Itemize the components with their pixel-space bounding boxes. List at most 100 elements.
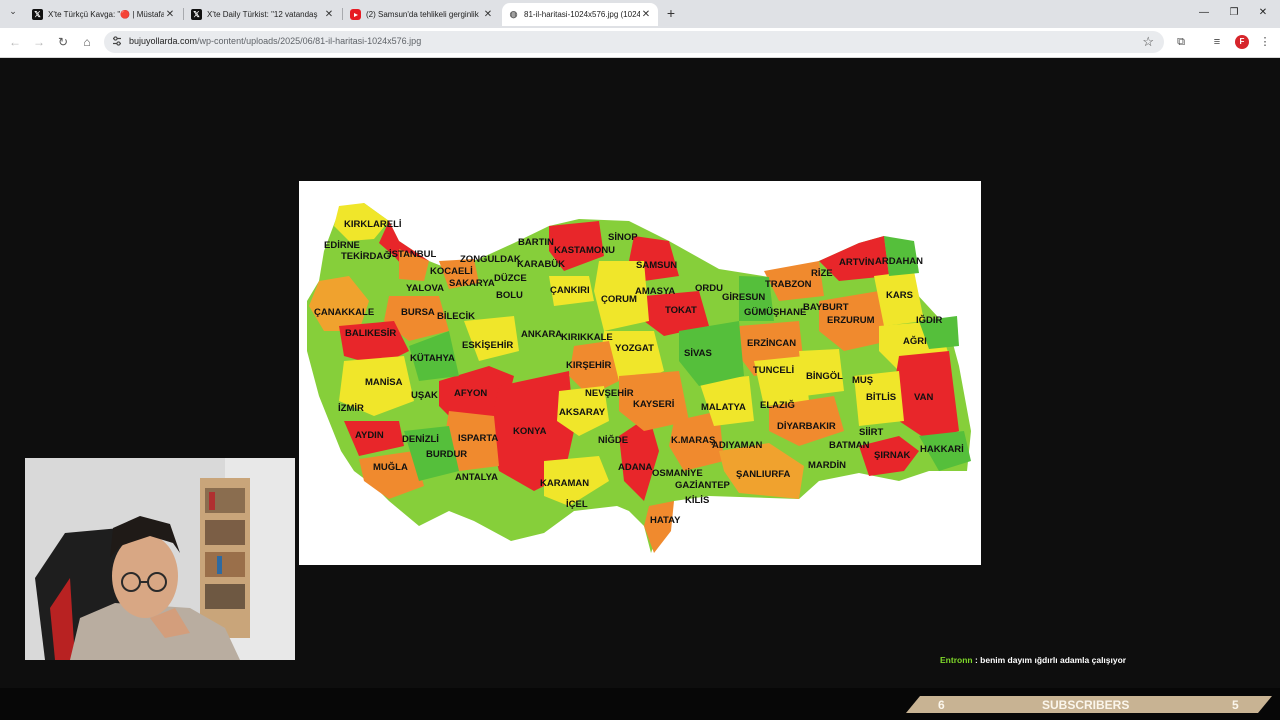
province-label: KÜTAHYA <box>410 353 455 364</box>
province-label: DİYARBAKIR <box>777 421 836 432</box>
province-label: EDİRNE <box>324 240 360 251</box>
province-label: ÇORUM <box>601 294 637 305</box>
province-label: GİRESUN <box>722 292 765 303</box>
chat-username: Entronn <box>940 655 973 665</box>
close-tab-icon[interactable]: ✕ <box>640 9 652 20</box>
province-label: KONYA <box>513 426 547 437</box>
province-label: KIRKLARELİ <box>344 219 402 230</box>
province-label: ÇANAKKALE <box>314 307 374 318</box>
reload-button[interactable]: ↻ <box>56 35 70 49</box>
subscribers-goal-panel: 6 SUBSCRIBERS 5 <box>906 696 1272 713</box>
province-label: ERZURUM <box>827 315 875 326</box>
province-label: TUNCELİ <box>753 365 794 376</box>
browser-tab-4-active[interactable]: ◍ 81-il-haritasi-1024x576.jpg (1024 ✕ <box>502 3 658 26</box>
browser-tab-3[interactable]: (2) Samsun'da tehlikeli gerginlik ✕ <box>344 3 500 26</box>
close-window-button[interactable]: ✕ <box>1249 5 1277 21</box>
minimize-button[interactable]: — <box>1190 5 1218 21</box>
youtube-icon <box>350 9 361 20</box>
province-label: AFYON <box>454 388 487 399</box>
tab-divider <box>183 8 184 20</box>
province-label: ZONGULDAK <box>460 254 521 265</box>
province-label: İZMİR <box>338 403 364 414</box>
menu-icon[interactable]: ⋮ <box>1257 35 1273 49</box>
province-label: MUĞLA <box>373 461 408 473</box>
province-label: KASTAMONU <box>554 245 615 256</box>
province-label: UŞAK <box>411 390 438 401</box>
province-label: BİNGÖL <box>806 371 843 382</box>
province-label: BAYBURT <box>803 302 849 313</box>
province-label: BARTIN <box>518 237 554 248</box>
close-tab-icon[interactable]: ✕ <box>164 9 176 20</box>
media-controls-icon[interactable]: ≡ <box>1209 35 1225 49</box>
tab-title: X'te Türkçü Kavga: "🔴 | Müstafa <box>48 10 164 19</box>
map-graphic: KIRKLARELİ EDİRNETEKİRDAĞİSTANBUL KOCAELİZ… <box>307 203 971 553</box>
url-host: bujuyollarda.com <box>129 36 198 46</box>
province-label: KIRIKKALE <box>561 332 613 343</box>
province-label: HATAY <box>650 515 681 526</box>
profile-avatar[interactable]: F <box>1235 35 1249 49</box>
province-label: MALATYA <box>701 402 746 413</box>
province-label: BATMAN <box>829 440 870 451</box>
tab-search-button[interactable]: ⌄ <box>6 6 20 20</box>
province-label: KARABÜK <box>517 259 565 270</box>
x-logo-icon: 𝕏 <box>191 9 202 20</box>
province-label: KAYSERİ <box>633 399 674 410</box>
browser-toolbar: ← → ↻ ⌂ bujuyollarda.com/wp-content/uplo… <box>0 28 1280 58</box>
subscribers-label: SUBSCRIBERS <box>1042 698 1130 712</box>
province-label: BOLU <box>496 290 523 301</box>
province-label: ÇANKIRI <box>550 285 590 296</box>
close-tab-icon[interactable]: ✕ <box>482 9 494 20</box>
province-label: TEKİRDAĞ <box>341 250 391 262</box>
province-label: SİVAS <box>684 348 712 359</box>
province-label: ADIYAMAN <box>712 440 762 451</box>
forward-button[interactable]: → <box>32 35 46 49</box>
province-label: ADANA <box>618 462 652 473</box>
subscribers-right-count: 5 <box>1232 698 1239 712</box>
province-label: İÇEL <box>566 499 588 510</box>
province-label: NİĞDE <box>598 434 628 446</box>
webcam-overlay <box>25 458 295 660</box>
new-tab-button[interactable]: + <box>663 6 679 22</box>
province-label: İSTANBUL <box>389 249 437 260</box>
close-tab-icon[interactable]: ✕ <box>323 9 335 20</box>
back-button[interactable]: ← <box>8 35 22 49</box>
url-text[interactable]: bujuyollarda.com/wp-content/uploads/2025… <box>129 36 421 46</box>
address-bar[interactable]: bujuyollarda.com/wp-content/uploads/2025… <box>104 31 1164 53</box>
province-label: GAZİANTEP <box>675 480 731 491</box>
browser-tab-1[interactable]: 𝕏 X'te Türkçü Kavga: "🔴 | Müstafa ✕ <box>26 3 182 26</box>
province-label: SAMSUN <box>636 260 677 271</box>
province-label: ANKARA <box>521 329 562 340</box>
x-logo-icon: 𝕏 <box>32 9 43 20</box>
province-label: KARAMAN <box>540 478 589 489</box>
map-region <box>644 501 674 553</box>
province-label: ŞANLIURFA <box>736 469 791 480</box>
province-label: TOKAT <box>665 305 697 316</box>
extensions-icon[interactable]: ⧉ <box>1173 35 1189 49</box>
province-label: KIRŞEHİR <box>566 360 612 371</box>
home-button[interactable]: ⌂ <box>80 35 94 49</box>
province-label: BİLECİK <box>437 311 475 322</box>
province-label: VAN <box>914 392 933 403</box>
province-label: BURSA <box>401 307 435 318</box>
chat-text: : benim dayım ığdırlı adamla çalışıyor <box>974 655 1127 665</box>
province-label: DENİZLİ <box>402 434 439 445</box>
site-settings-icon[interactable] <box>111 35 123 47</box>
province-label: ARDAHAN <box>875 256 923 267</box>
province-label: ARTVİN <box>839 257 875 268</box>
province-label: TRABZON <box>765 279 812 290</box>
browser-tab-2[interactable]: 𝕏 X'te Daily Türkist: "12 vatandaş ✕ <box>185 3 341 26</box>
province-label: RİZE <box>811 268 833 279</box>
province-label: KİLİS <box>685 495 709 506</box>
turkey-provinces-map-image: KIRKLARELİ EDİRNE TEKİRDAĞ İSTANBUL KOCAELİ Z… <box>299 181 981 565</box>
province-label: K.MARAŞ <box>671 435 715 446</box>
province-label: MANİSA <box>365 377 403 388</box>
province-label: AMASYA <box>635 286 675 297</box>
bookmark-star-icon[interactable]: ☆ <box>1142 34 1154 50</box>
province-label: SAKARYA <box>449 278 495 289</box>
restore-button[interactable]: ❐ <box>1220 5 1248 21</box>
browser-tab-strip: ⌄ 𝕏 X'te Türkçü Kavga: "🔴 | Müstafa ✕ 𝕏 … <box>0 0 1280 28</box>
url-path: /wp-content/uploads/2025/06/81-il-harita… <box>197 36 422 46</box>
province-label: ŞIRNAK <box>874 450 911 461</box>
province-label: YOZGAT <box>615 343 654 354</box>
province-label: GÜMÜŞHANE <box>744 307 806 318</box>
